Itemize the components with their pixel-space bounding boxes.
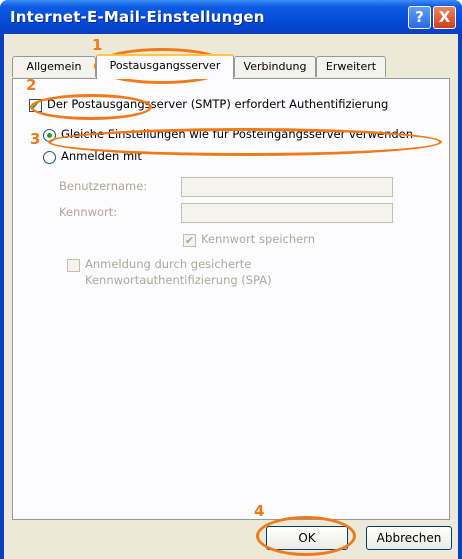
cancel-button[interactable]: Abbrechen [366, 526, 452, 550]
tab-erweitert[interactable]: Erweitert [316, 56, 386, 77]
annotation-number-4: 4 [254, 502, 265, 520]
close-icon[interactable]: X [433, 6, 456, 29]
same-settings-label[interactable]: Gleiche Einstellungen wie für Posteingan… [61, 127, 413, 141]
checkmark-icon: ✔ [184, 234, 195, 247]
annotation-number-2: 2 [26, 76, 37, 94]
tab-allgemein[interactable]: Allgemein [12, 56, 96, 77]
password-field[interactable] [181, 203, 393, 223]
help-icon[interactable]: ? [408, 6, 431, 29]
window-title: Internet-E-Mail-Einstellungen [10, 8, 265, 26]
spa-checkbox[interactable] [67, 259, 80, 272]
tab-verbindung[interactable]: Verbindung [234, 56, 316, 77]
username-label: Benutzername: [59, 179, 148, 193]
save-password-checkbox[interactable]: ✔ [183, 234, 196, 247]
tab-panel-postausgangsserver: ✔ Der Postausgangsserver (SMTP) erforder… [12, 78, 450, 520]
login-with-radio[interactable] [43, 151, 56, 164]
spa-label-line2[interactable]: Kennwortauthentifizierung (SPA) [85, 273, 272, 287]
title-bar[interactable]: Internet-E-Mail-Einstellungen ? X [0, 0, 462, 34]
checkmark-icon: ✔ [30, 99, 41, 112]
radio-selected-dot [47, 133, 52, 138]
annotation-number-3: 3 [30, 130, 41, 148]
tab-postausgangsserver[interactable]: Postausgangsserver [96, 54, 234, 79]
same-settings-radio[interactable] [43, 129, 56, 142]
annotation-number-1: 1 [92, 36, 103, 54]
username-field[interactable] [181, 177, 393, 197]
save-password-label[interactable]: Kennwort speichern [201, 232, 315, 246]
login-with-label[interactable]: Anmelden mit [61, 149, 142, 163]
password-label: Kennwort: [59, 205, 118, 219]
auth-required-label[interactable]: Der Postausgangsserver (SMTP) erfordert … [47, 97, 388, 111]
auth-required-checkbox[interactable]: ✔ [29, 99, 42, 112]
ok-button[interactable]: OK [266, 526, 348, 550]
dialog-body: Allgemein Postausgangsserver Verbindung … [4, 34, 458, 559]
dialog-window: Internet-E-Mail-Einstellungen ? X Allgem… [0, 0, 462, 559]
spa-label-line1[interactable]: Anmeldung durch gesicherte [85, 257, 251, 271]
